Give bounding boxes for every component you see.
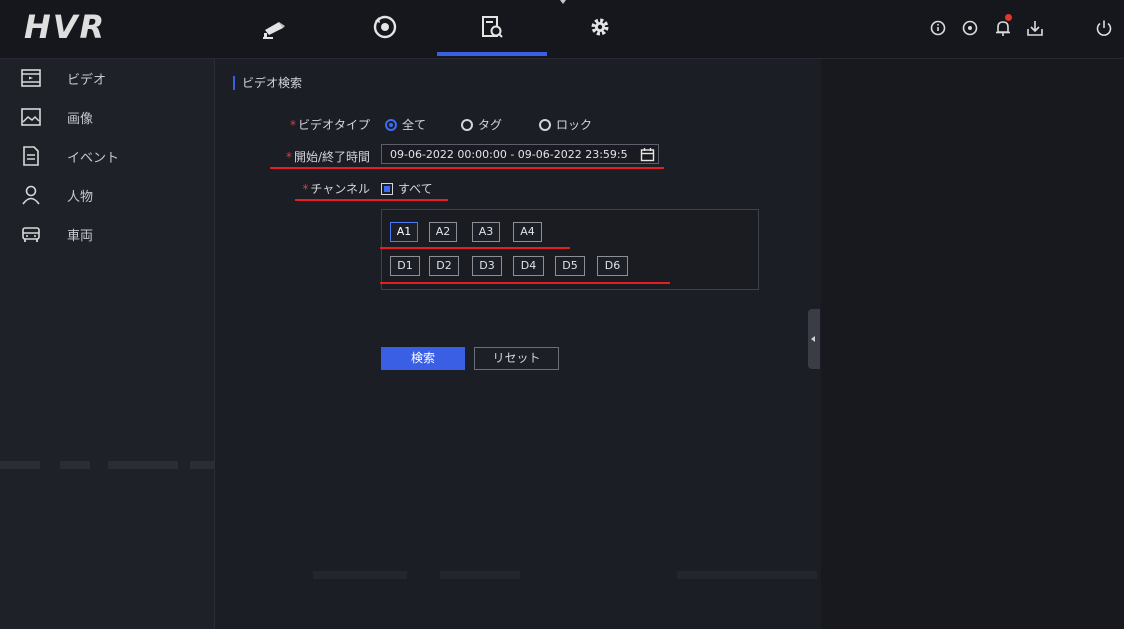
alarm-icon — [993, 21, 1013, 42]
required-mark: * — [289, 118, 296, 132]
event-icon — [20, 145, 42, 167]
radio-unchecked-icon — [461, 118, 473, 131]
checkbox-checked-icon — [381, 182, 393, 195]
channel-button-a2[interactable]: A2 — [429, 222, 457, 242]
sidebar-item-label: ビデオ — [67, 72, 107, 88]
search-button[interactable]: 検索 — [381, 347, 465, 370]
vehicle-icon — [20, 223, 42, 245]
sidebar-item-label: 車両 — [67, 228, 94, 244]
sidebar-item-video[interactable]: ビデオ — [0, 59, 214, 97]
export-icon — [1025, 21, 1045, 42]
required-mark: * — [285, 150, 292, 164]
channel-button-a3[interactable]: A3 — [472, 222, 500, 242]
video-type-label-text: ビデオタイプ — [297, 118, 370, 132]
channel-label-text: チャンネル — [310, 182, 370, 196]
checkbox-label: すべて — [398, 182, 433, 196]
collapse-top-icon[interactable] — [556, 0, 570, 6]
playback-icon — [371, 13, 399, 45]
highlight-underline — [380, 247, 570, 249]
video-type-label: * ビデオタイプ — [255, 116, 370, 133]
divider — [0, 461, 40, 469]
channel-button-a1[interactable]: A1 — [390, 222, 418, 242]
tab-live-view[interactable] — [220, 0, 330, 58]
sidebar-item-vehicle[interactable]: 車両 — [0, 215, 214, 253]
app-logo: HVR — [24, 8, 107, 46]
image-icon — [20, 106, 42, 128]
status-button[interactable] — [960, 18, 980, 38]
calendar-icon[interactable] — [640, 147, 655, 162]
sidebar-item-image[interactable]: 画像 — [0, 98, 214, 136]
radio-label: タグ — [478, 118, 503, 132]
sidebar-item-person[interactable]: 人物 — [0, 176, 214, 214]
info-button[interactable] — [928, 18, 948, 38]
radio-checked-icon — [385, 118, 397, 131]
sidebar-item-label: 画像 — [67, 111, 94, 127]
settings-gear-icon — [586, 13, 614, 45]
channel-button-d4[interactable]: D4 — [513, 256, 544, 276]
section-title: ビデオ検索 — [233, 76, 302, 90]
reset-button[interactable]: リセット — [474, 347, 559, 370]
camera-icon — [261, 13, 289, 45]
export-button[interactable] — [1025, 18, 1045, 38]
video-search-panel: ビデオ検索 * ビデオタイプ 全て タグ ロック * 開始/終了時間 09-06-2… — [215, 59, 820, 629]
tab-search[interactable] — [437, 0, 547, 58]
highlight-underline — [270, 167, 664, 169]
sidebar: ビデオ 画像 イベント 人物 車両 — [0, 59, 215, 629]
channel-button-d2[interactable]: D2 — [429, 256, 459, 276]
sidebar-item-label: イベント — [67, 150, 120, 166]
divider — [60, 461, 90, 469]
info-icon — [928, 20, 948, 42]
time-range-label-text: 開始/終了時間 — [293, 150, 370, 164]
radio-label: 全て — [402, 118, 427, 132]
divider — [190, 461, 214, 469]
top-bar: HVR — [0, 0, 1124, 59]
radio-label: ロック — [556, 118, 593, 132]
divider — [677, 571, 817, 579]
sidebar-item-event[interactable]: イベント — [0, 137, 214, 175]
channel-button-d3[interactable]: D3 — [472, 256, 502, 276]
channel-button-d6[interactable]: D6 — [597, 256, 628, 276]
time-range-field[interactable]: 09-06-2022 00:00:00 - 09-06-2022 23:59:5 — [381, 144, 659, 164]
time-range-value: 09-06-2022 00:00:00 - 09-06-2022 23:59:5 — [390, 148, 628, 161]
required-mark: * — [302, 182, 309, 196]
tab-settings[interactable] — [545, 0, 655, 58]
alarm-badge — [1005, 14, 1012, 21]
panel-toggle-handle[interactable] — [808, 309, 820, 369]
video-icon — [20, 67, 42, 89]
channel-selector: A1 A2 A3 A4 D1 D2 D3 D4 D5 D6 — [381, 209, 759, 290]
radio-lock[interactable]: ロック — [539, 116, 592, 133]
radio-tag[interactable]: タグ — [461, 116, 502, 133]
highlight-underline — [380, 282, 670, 284]
channel-button-a4[interactable]: A4 — [513, 222, 542, 242]
highlight-underline — [295, 199, 448, 201]
tab-playback[interactable] — [330, 0, 440, 58]
sidebar-item-label: 人物 — [67, 189, 94, 205]
channel-button-d5[interactable]: D5 — [555, 256, 585, 276]
search-file-icon — [478, 13, 506, 45]
channel-button-d1[interactable]: D1 — [390, 256, 420, 276]
divider — [108, 461, 178, 469]
channel-label: * チャンネル — [255, 180, 370, 197]
power-icon — [1094, 20, 1114, 42]
time-range-label: * 開始/終了時間 — [255, 148, 370, 165]
status-icon — [960, 20, 980, 42]
alarm-button[interactable] — [993, 14, 1013, 38]
power-button[interactable] — [1094, 18, 1114, 38]
radio-unchecked-icon — [539, 118, 551, 131]
divider — [440, 571, 520, 579]
preview-area — [821, 59, 1124, 629]
person-icon — [20, 184, 42, 206]
radio-all[interactable]: 全て — [385, 116, 426, 133]
channel-all-checkbox[interactable]: すべて — [381, 180, 433, 197]
divider — [313, 571, 407, 579]
